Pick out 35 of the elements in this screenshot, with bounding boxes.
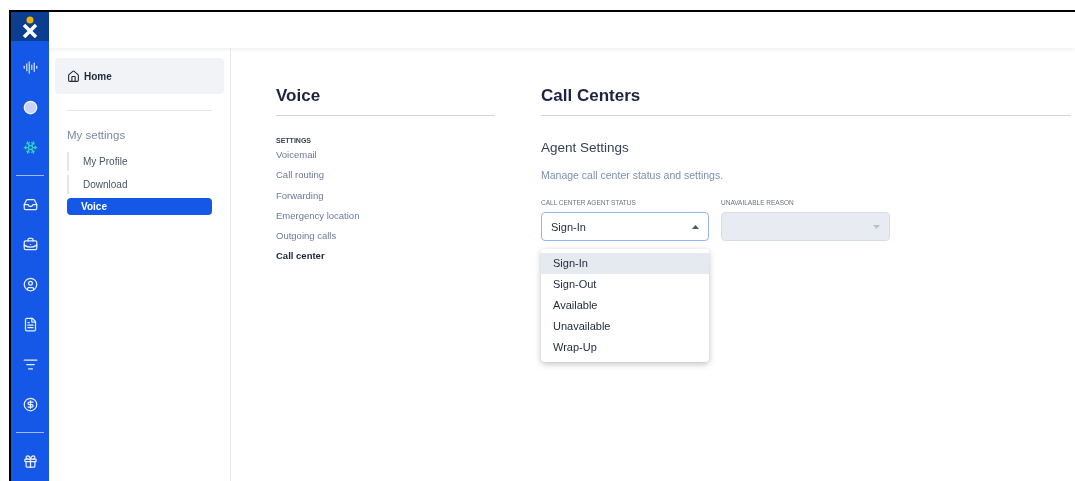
inbox-icon[interactable] <box>22 196 38 212</box>
home-icon <box>67 69 80 83</box>
sidebar-item[interactable]: Voice <box>67 198 212 216</box>
page-title: Voice <box>276 83 495 116</box>
dropdown-option[interactable]: Sign-Out <box>541 273 709 295</box>
subtitle: Agent Settings <box>541 138 630 157</box>
dropdown-option[interactable]: Available <box>541 294 709 316</box>
dropdown-option[interactable]: Wrap-Up <box>541 336 709 358</box>
section-title: Call Centers <box>541 83 1071 116</box>
user-icon[interactable] <box>22 276 38 292</box>
dollar-icon[interactable] <box>22 396 38 412</box>
gift-icon[interactable] <box>22 453 38 469</box>
document-icon[interactable] <box>22 316 38 332</box>
section-heading: My settings <box>67 128 127 143</box>
description: Manage call center status and settings. <box>541 167 725 183</box>
nav-link[interactable]: Outgoing calls <box>276 229 496 244</box>
logo[interactable] <box>11 12 49 41</box>
logo-icon <box>22 15 38 38</box>
home-link[interactable]: Home <box>55 58 224 94</box>
sidebar-item[interactable]: Download <box>67 175 212 195</box>
status-dropdown[interactable]: Sign-In <box>541 212 709 242</box>
filter-icon[interactable] <box>22 356 38 372</box>
briefcase-icon[interactable] <box>22 236 38 252</box>
nav-link[interactable]: Emergency location <box>276 208 496 223</box>
nav-link[interactable]: Forwarding <box>276 188 496 203</box>
nav-link[interactable]: Voicemail <box>276 148 496 163</box>
caret-icon <box>873 224 880 229</box>
sidebar-item[interactable]: My Profile <box>67 152 212 172</box>
nav-link[interactable]: Call center <box>276 249 496 264</box>
dropdown-option[interactable]: Sign-In <box>541 252 709 274</box>
caret-icon <box>692 224 699 229</box>
waveform-icon[interactable] <box>22 59 38 75</box>
circle-icon[interactable] <box>22 99 38 115</box>
nav-link[interactable]: Call routing <box>276 168 496 183</box>
dropdown-option[interactable]: Unavailable <box>541 315 709 337</box>
